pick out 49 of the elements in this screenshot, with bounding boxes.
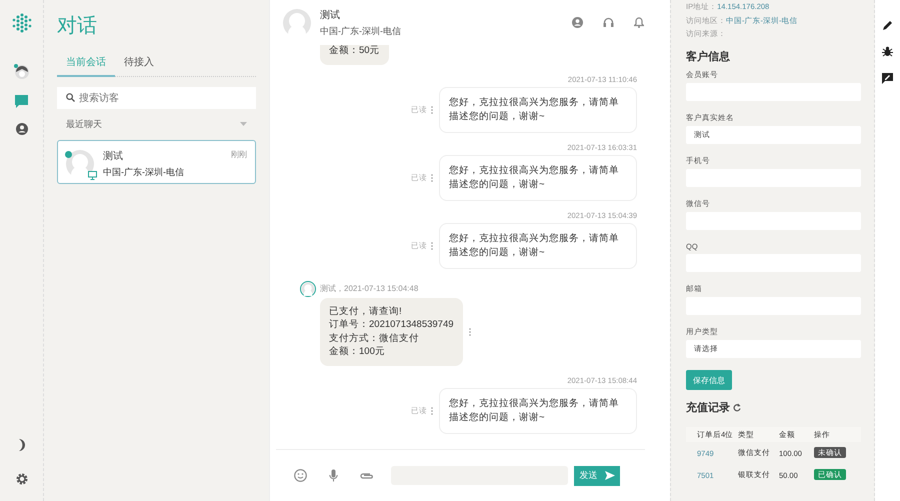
message-meta: 测试，2021-07-13 15:04:48 — [320, 283, 418, 294]
monitor-icon — [88, 171, 97, 180]
search-icon — [66, 93, 75, 102]
tab[interactable]: 当前会话 — [57, 51, 115, 77]
tab[interactable]: 待接入 — [115, 51, 163, 77]
attachment-icon[interactable] — [360, 472, 373, 480]
visitor-name: 测试 — [320, 8, 341, 22]
user-icon[interactable] — [572, 17, 583, 28]
user-icon[interactable] — [16, 123, 28, 135]
visitor-location: 中国-广东-深圳-电信 — [320, 24, 402, 38]
save-button[interactable]: 保存信息 — [686, 370, 732, 390]
message-line: 订单号：2021071348539749 — [329, 318, 454, 332]
moon-icon[interactable] — [16, 439, 26, 451]
logo-icon — [10, 12, 32, 34]
refresh-icon[interactable] — [733, 403, 741, 412]
microphone-icon[interactable] — [329, 469, 338, 482]
message-bubble: 您好，克拉拉很高兴为您服务，请简单描述您的问题，谢谢~ — [439, 86, 637, 132]
headset-icon[interactable] — [603, 17, 614, 28]
chat-icon[interactable] — [15, 95, 28, 108]
avatar-icon — [282, 8, 312, 38]
visitor-card[interactable]: 测试 中国-广东-深圳-电信 刚刚 — [57, 140, 256, 184]
feedback-icon[interactable] — [882, 73, 893, 84]
panel-title: 对话 — [57, 14, 98, 39]
message-line: 已支付，请查询! — [329, 304, 403, 318]
visitor-name: 测试 — [103, 150, 124, 163]
message-bubble: 您好，克拉拉很高兴为您服务，请简单描述您的问题，谢谢~ — [439, 222, 637, 268]
avatar-icon — [300, 280, 316, 296]
avatar-icon — [65, 149, 95, 179]
message-line: 金额：50元 — [329, 45, 380, 58]
section-title: 充值记录 — [686, 400, 730, 415]
message-bubble: 您好，克拉拉很高兴为您服务，请简单描述您的问题，谢谢~ — [439, 154, 637, 200]
pencil-icon[interactable] — [882, 20, 892, 30]
section-title: 客户信息 — [686, 50, 731, 64]
emoji-icon[interactable] — [294, 469, 307, 482]
more-icon[interactable] — [468, 328, 471, 336]
message-line: 金额：100元 — [329, 345, 386, 358]
send-icon — [604, 471, 614, 480]
visitor-location: 中国-广东-深圳-电信 — [103, 166, 185, 179]
send-button[interactable]: 发送 — [574, 466, 620, 486]
avatar-icon[interactable] — [14, 64, 30, 80]
online-dot — [65, 151, 72, 158]
section-label: 最近聊天 — [66, 118, 102, 131]
message-line: 支付方式：微信支付 — [329, 332, 420, 345]
bell-icon[interactable] — [634, 17, 644, 28]
bug-icon[interactable] — [882, 46, 893, 57]
settings-icon[interactable] — [16, 473, 28, 485]
message-bubble: 您好，克拉拉很高兴为您服务，请简单描述您的问题，谢谢~ — [439, 388, 637, 434]
search-field[interactable]: 搜索访客 — [57, 87, 256, 109]
timestamp: 刚刚 — [231, 149, 247, 160]
